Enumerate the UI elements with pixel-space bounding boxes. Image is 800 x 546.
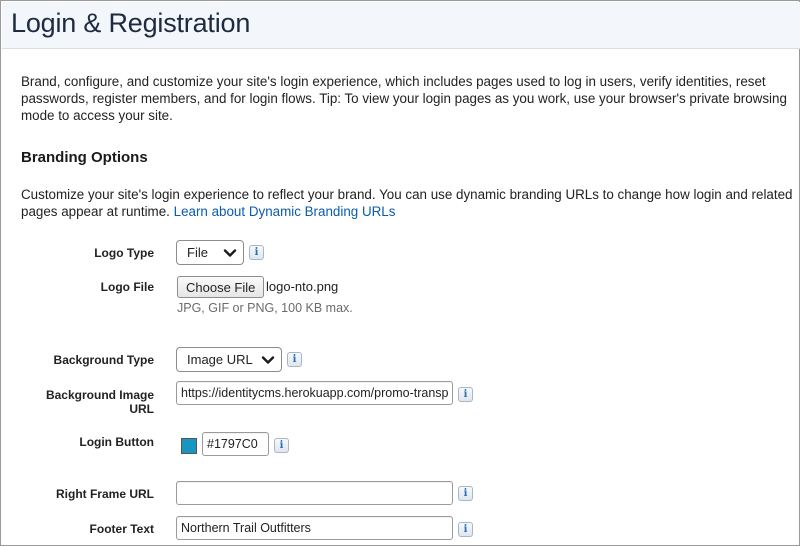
- chevron-down-icon: [261, 356, 275, 364]
- background-type-value: Image URL: [187, 352, 253, 367]
- logo-type-select[interactable]: File: [176, 240, 244, 265]
- background-type-label: Background Type: [53, 353, 154, 367]
- page-frame: Login & Registration Brand, configure, a…: [0, 0, 800, 546]
- logo-type-value: File: [187, 245, 208, 260]
- login-button-info-icon[interactable]: i: [274, 438, 289, 453]
- page-header: Login & Registration: [2, 2, 800, 49]
- background-type-info-icon[interactable]: i: [287, 352, 302, 367]
- page-intro: Brand, configure, and customize your sit…: [21, 74, 787, 123]
- background-type-select[interactable]: Image URL: [176, 347, 282, 372]
- background-image-url-info-icon[interactable]: i: [458, 387, 473, 402]
- login-button-label: Login Button: [79, 435, 154, 449]
- logo-type-label: Logo Type: [94, 246, 154, 260]
- branding-description: Customize your site's login experience t…: [21, 186, 793, 220]
- page-title: Login & Registration: [11, 8, 251, 38]
- footer-text-info-icon[interactable]: i: [458, 522, 473, 537]
- chevron-down-icon: [223, 249, 237, 257]
- logo-file-label: Logo File: [100, 280, 154, 294]
- background-image-url-input[interactable]: https://identitycms.herokuapp.com/promo-…: [176, 381, 453, 405]
- logo-file-help: JPG, GIF or PNG, 100 KB max.: [177, 301, 353, 315]
- logo-file-name: logo-nto.png: [266, 279, 339, 294]
- right-frame-url-info-icon[interactable]: i: [458, 486, 473, 501]
- footer-text-label: Footer Text: [89, 522, 154, 536]
- logo-type-info-icon[interactable]: i: [249, 245, 264, 260]
- branding-section-title: Branding Options: [21, 149, 148, 166]
- footer-text-input[interactable]: Northern Trail Outfitters: [176, 516, 453, 540]
- background-image-url-label: Background Image URL: [45, 388, 154, 416]
- login-button-color-swatch[interactable]: [181, 438, 197, 454]
- choose-file-button[interactable]: Choose File: [177, 276, 265, 298]
- dynamic-branding-link[interactable]: Learn about Dynamic Branding URLs: [174, 204, 396, 219]
- right-frame-url-label: Right Frame URL: [55, 487, 154, 501]
- branding-description-text: Customize your site's login experience t…: [21, 187, 793, 219]
- login-button-color-input[interactable]: #1797C0: [202, 432, 269, 456]
- right-frame-url-input[interactable]: [176, 481, 453, 505]
